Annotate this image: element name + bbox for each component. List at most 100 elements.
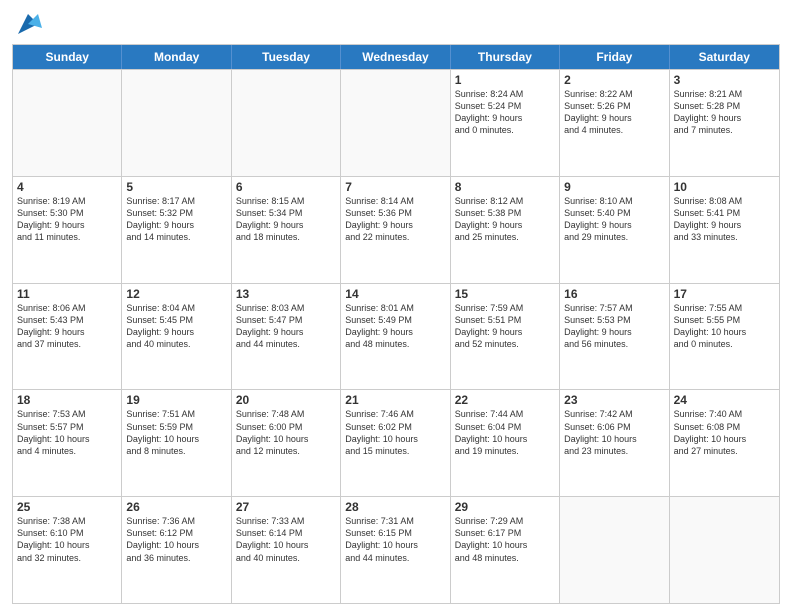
day-cell-29: 29Sunrise: 7:29 AM Sunset: 6:17 PM Dayli… [451,497,560,603]
day-number: 12 [126,287,226,301]
day-number: 23 [564,393,664,407]
day-number: 26 [126,500,226,514]
calendar-row-4: 25Sunrise: 7:38 AM Sunset: 6:10 PM Dayli… [13,496,779,603]
day-cell-25: 25Sunrise: 7:38 AM Sunset: 6:10 PM Dayli… [13,497,122,603]
day-info: Sunrise: 7:33 AM Sunset: 6:14 PM Dayligh… [236,515,336,564]
day-number: 6 [236,180,336,194]
day-info: Sunrise: 7:38 AM Sunset: 6:10 PM Dayligh… [17,515,117,564]
calendar-row-1: 4Sunrise: 8:19 AM Sunset: 5:30 PM Daylig… [13,176,779,283]
day-info: Sunrise: 7:51 AM Sunset: 5:59 PM Dayligh… [126,408,226,457]
day-number: 27 [236,500,336,514]
day-cell-10: 10Sunrise: 8:08 AM Sunset: 5:41 PM Dayli… [670,177,779,283]
header [12,10,780,38]
day-cell-22: 22Sunrise: 7:44 AM Sunset: 6:04 PM Dayli… [451,390,560,496]
empty-cell-0-0 [13,70,122,176]
day-info: Sunrise: 7:44 AM Sunset: 6:04 PM Dayligh… [455,408,555,457]
day-info: Sunrise: 8:10 AM Sunset: 5:40 PM Dayligh… [564,195,664,244]
day-cell-16: 16Sunrise: 7:57 AM Sunset: 5:53 PM Dayli… [560,284,669,390]
day-cell-7: 7Sunrise: 8:14 AM Sunset: 5:36 PM Daylig… [341,177,450,283]
day-cell-27: 27Sunrise: 7:33 AM Sunset: 6:14 PM Dayli… [232,497,341,603]
header-day-friday: Friday [560,45,669,69]
day-cell-17: 17Sunrise: 7:55 AM Sunset: 5:55 PM Dayli… [670,284,779,390]
day-number: 19 [126,393,226,407]
day-number: 22 [455,393,555,407]
day-cell-14: 14Sunrise: 8:01 AM Sunset: 5:49 PM Dayli… [341,284,450,390]
header-day-tuesday: Tuesday [232,45,341,69]
calendar-header: SundayMondayTuesdayWednesdayThursdayFrid… [13,45,779,69]
day-cell-19: 19Sunrise: 7:51 AM Sunset: 5:59 PM Dayli… [122,390,231,496]
empty-cell-0-2 [232,70,341,176]
day-info: Sunrise: 8:15 AM Sunset: 5:34 PM Dayligh… [236,195,336,244]
day-number: 16 [564,287,664,301]
day-cell-20: 20Sunrise: 7:48 AM Sunset: 6:00 PM Dayli… [232,390,341,496]
day-cell-12: 12Sunrise: 8:04 AM Sunset: 5:45 PM Dayli… [122,284,231,390]
day-cell-1: 1Sunrise: 8:24 AM Sunset: 5:24 PM Daylig… [451,70,560,176]
day-info: Sunrise: 8:03 AM Sunset: 5:47 PM Dayligh… [236,302,336,351]
day-cell-23: 23Sunrise: 7:42 AM Sunset: 6:06 PM Dayli… [560,390,669,496]
empty-cell-0-3 [341,70,450,176]
day-cell-3: 3Sunrise: 8:21 AM Sunset: 5:28 PM Daylig… [670,70,779,176]
day-number: 9 [564,180,664,194]
day-info: Sunrise: 7:57 AM Sunset: 5:53 PM Dayligh… [564,302,664,351]
day-cell-2: 2Sunrise: 8:22 AM Sunset: 5:26 PM Daylig… [560,70,669,176]
day-info: Sunrise: 7:29 AM Sunset: 6:17 PM Dayligh… [455,515,555,564]
day-info: Sunrise: 7:42 AM Sunset: 6:06 PM Dayligh… [564,408,664,457]
header-day-thursday: Thursday [451,45,560,69]
calendar-row-0: 1Sunrise: 8:24 AM Sunset: 5:24 PM Daylig… [13,69,779,176]
day-info: Sunrise: 8:14 AM Sunset: 5:36 PM Dayligh… [345,195,445,244]
day-number: 10 [674,180,775,194]
day-info: Sunrise: 7:40 AM Sunset: 6:08 PM Dayligh… [674,408,775,457]
day-info: Sunrise: 8:24 AM Sunset: 5:24 PM Dayligh… [455,88,555,137]
page: SundayMondayTuesdayWednesdayThursdayFrid… [0,0,792,612]
header-day-sunday: Sunday [13,45,122,69]
day-cell-15: 15Sunrise: 7:59 AM Sunset: 5:51 PM Dayli… [451,284,560,390]
day-number: 15 [455,287,555,301]
day-info: Sunrise: 8:08 AM Sunset: 5:41 PM Dayligh… [674,195,775,244]
day-number: 14 [345,287,445,301]
day-cell-28: 28Sunrise: 7:31 AM Sunset: 6:15 PM Dayli… [341,497,450,603]
day-info: Sunrise: 7:46 AM Sunset: 6:02 PM Dayligh… [345,408,445,457]
day-cell-5: 5Sunrise: 8:17 AM Sunset: 5:32 PM Daylig… [122,177,231,283]
header-day-wednesday: Wednesday [341,45,450,69]
day-info: Sunrise: 7:53 AM Sunset: 5:57 PM Dayligh… [17,408,117,457]
day-number: 24 [674,393,775,407]
day-number: 21 [345,393,445,407]
empty-cell-0-1 [122,70,231,176]
day-info: Sunrise: 7:59 AM Sunset: 5:51 PM Dayligh… [455,302,555,351]
day-cell-4: 4Sunrise: 8:19 AM Sunset: 5:30 PM Daylig… [13,177,122,283]
day-cell-11: 11Sunrise: 8:06 AM Sunset: 5:43 PM Dayli… [13,284,122,390]
logo-icon [14,10,42,38]
calendar-body: 1Sunrise: 8:24 AM Sunset: 5:24 PM Daylig… [13,69,779,603]
calendar-row-2: 11Sunrise: 8:06 AM Sunset: 5:43 PM Dayli… [13,283,779,390]
day-number: 2 [564,73,664,87]
day-info: Sunrise: 8:22 AM Sunset: 5:26 PM Dayligh… [564,88,664,137]
day-number: 1 [455,73,555,87]
calendar: SundayMondayTuesdayWednesdayThursdayFrid… [12,44,780,604]
header-day-saturday: Saturday [670,45,779,69]
day-number: 4 [17,180,117,194]
day-info: Sunrise: 8:21 AM Sunset: 5:28 PM Dayligh… [674,88,775,137]
day-number: 28 [345,500,445,514]
day-cell-21: 21Sunrise: 7:46 AM Sunset: 6:02 PM Dayli… [341,390,450,496]
day-cell-13: 13Sunrise: 8:03 AM Sunset: 5:47 PM Dayli… [232,284,341,390]
day-info: Sunrise: 7:48 AM Sunset: 6:00 PM Dayligh… [236,408,336,457]
day-number: 20 [236,393,336,407]
day-number: 11 [17,287,117,301]
day-info: Sunrise: 8:17 AM Sunset: 5:32 PM Dayligh… [126,195,226,244]
empty-cell-4-5 [560,497,669,603]
day-number: 25 [17,500,117,514]
day-cell-6: 6Sunrise: 8:15 AM Sunset: 5:34 PM Daylig… [232,177,341,283]
day-info: Sunrise: 7:31 AM Sunset: 6:15 PM Dayligh… [345,515,445,564]
calendar-row-3: 18Sunrise: 7:53 AM Sunset: 5:57 PM Dayli… [13,389,779,496]
day-number: 3 [674,73,775,87]
day-number: 13 [236,287,336,301]
day-number: 17 [674,287,775,301]
day-cell-8: 8Sunrise: 8:12 AM Sunset: 5:38 PM Daylig… [451,177,560,283]
day-cell-24: 24Sunrise: 7:40 AM Sunset: 6:08 PM Dayli… [670,390,779,496]
day-number: 29 [455,500,555,514]
header-day-monday: Monday [122,45,231,69]
day-info: Sunrise: 7:36 AM Sunset: 6:12 PM Dayligh… [126,515,226,564]
day-cell-18: 18Sunrise: 7:53 AM Sunset: 5:57 PM Dayli… [13,390,122,496]
logo [12,10,42,38]
day-info: Sunrise: 8:04 AM Sunset: 5:45 PM Dayligh… [126,302,226,351]
